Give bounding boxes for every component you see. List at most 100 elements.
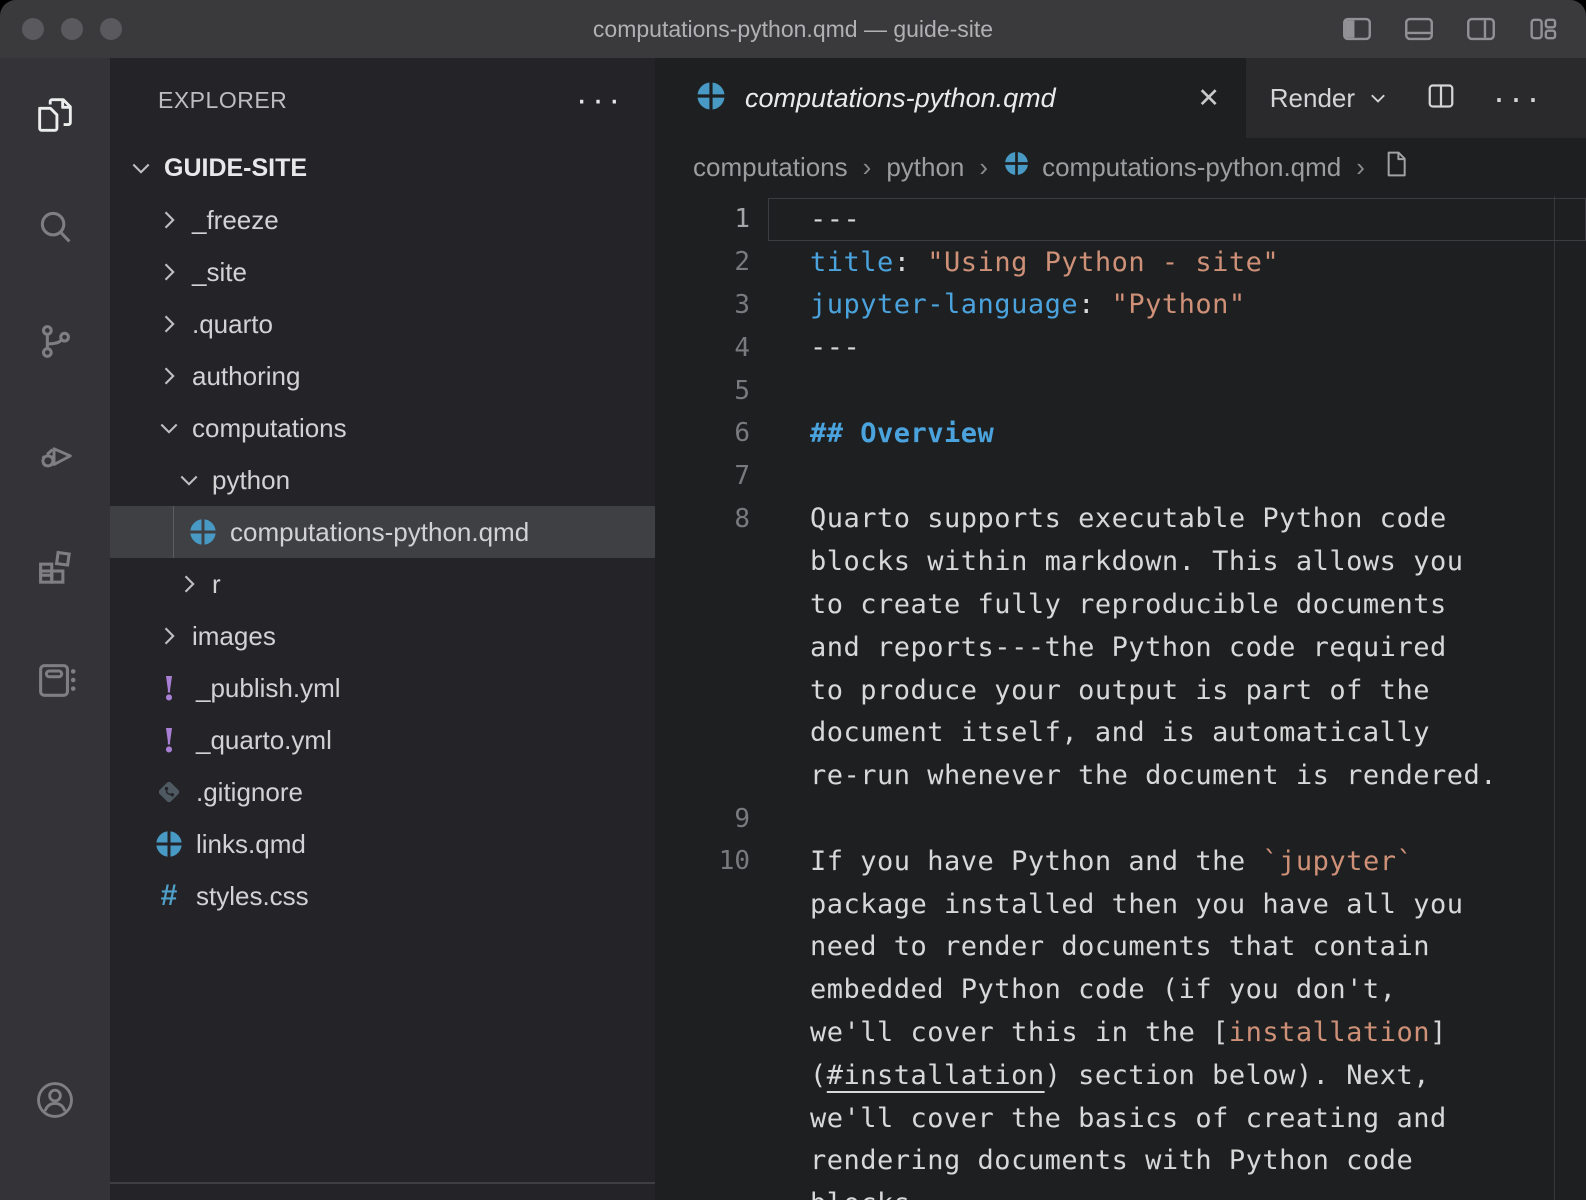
code-line-row[interactable]: we'll cover the basics of creating and — [655, 1097, 1586, 1140]
chevron-right-icon[interactable] — [152, 359, 186, 393]
code-text: package installed then you have all you — [750, 889, 1463, 920]
extensions-icon[interactable] — [32, 544, 78, 590]
tree-item--site[interactable]: _site — [110, 246, 655, 298]
explorer-title: EXPLORER — [158, 87, 287, 114]
code-line-row[interactable]: 4--- — [655, 326, 1586, 369]
code-text: --- — [750, 332, 860, 363]
tree-item-python[interactable]: python — [110, 454, 655, 506]
line-number[interactable]: 9 — [655, 804, 750, 834]
line-number[interactable]: 2 — [655, 247, 750, 277]
line-number[interactable]: 1 — [655, 204, 750, 234]
breadcrumb-item-computations-python-qmd[interactable]: computations-python.qmd — [1003, 150, 1341, 184]
breadcrumb-item-file-symbol[interactable] — [1380, 148, 1412, 187]
tree-item-label: authoring — [192, 361, 300, 392]
breadcrumb-separator: › — [863, 152, 872, 183]
code-line-row[interactable]: need to render documents that contain — [655, 926, 1586, 969]
tree-item--quarto-yml[interactable]: !_quarto.yml — [110, 714, 655, 766]
line-number[interactable]: 8 — [655, 504, 750, 534]
account-icon[interactable] — [32, 1077, 78, 1123]
notebook-icon[interactable] — [32, 657, 78, 703]
toggle-panel-icon[interactable] — [1402, 12, 1436, 46]
code-line-row[interactable]: 9 — [655, 797, 1586, 840]
explorer-icon[interactable] — [32, 92, 78, 138]
tree-section-guide-site[interactable]: GUIDE-SITE — [110, 142, 655, 194]
code-text: If you have Python and the `jupyter` — [750, 846, 1413, 877]
tree-item--gitignore[interactable]: .gitignore — [110, 766, 655, 818]
chevron-right-icon[interactable] — [152, 307, 186, 341]
chevron-down-icon[interactable] — [152, 411, 186, 445]
code-line-row[interactable]: and reports---the Python code required — [655, 626, 1586, 669]
tree-item-label: _site — [192, 257, 247, 288]
render-button[interactable]: Render — [1270, 83, 1389, 114]
code-text: --- — [750, 204, 860, 235]
tree-item-images[interactable]: images — [110, 610, 655, 662]
code-line-row[interactable]: 2title: "Using Python - site" — [655, 241, 1586, 284]
tree-item-links-qmd[interactable]: links.qmd — [110, 818, 655, 870]
tree-item-label: _freeze — [192, 205, 279, 236]
tree-item-computations[interactable]: computations — [110, 402, 655, 454]
code-line-row[interactable]: 8Quarto supports executable Python code — [655, 498, 1586, 541]
line-number[interactable]: 3 — [655, 290, 750, 320]
code-line-row[interactable]: 1--- — [655, 198, 1586, 241]
toggle-primary-sidebar-icon[interactable] — [1340, 12, 1374, 46]
chevron-down-icon[interactable] — [172, 463, 206, 497]
tree-item--publish-yml[interactable]: !_publish.yml — [110, 662, 655, 714]
code-line-row[interactable]: embedded Python code (if you don't, — [655, 968, 1586, 1011]
line-number[interactable]: 10 — [655, 846, 750, 876]
tree-item-computations-python-qmd[interactable]: computations-python.qmd — [110, 506, 655, 558]
chevron-right-icon[interactable] — [152, 619, 186, 653]
code-line-row[interactable]: (#installation) section below). Next, — [655, 1054, 1586, 1097]
source-control-icon[interactable] — [32, 318, 78, 364]
code-line-row[interactable]: blocks. — [655, 1182, 1586, 1200]
breadcrumb-item-computations[interactable]: computations — [693, 152, 848, 183]
chevron-right-icon[interactable] — [152, 203, 186, 237]
outline-section[interactable]: OUTLINE — [110, 1182, 655, 1200]
render-label: Render — [1270, 83, 1355, 114]
line-number[interactable]: 4 — [655, 333, 750, 363]
tree-item-styles-css[interactable]: #styles.css — [110, 870, 655, 922]
code-line-row[interactable]: to create fully reproducible documents — [655, 583, 1586, 626]
code-line-row[interactable]: 6## Overview — [655, 412, 1586, 455]
toggle-secondary-sidebar-icon[interactable] — [1464, 12, 1498, 46]
tree-item-r[interactable]: r — [110, 558, 655, 610]
code-text: rendering documents with Python code — [750, 1145, 1413, 1176]
tree-item-label: r — [212, 569, 221, 600]
run-debug-icon[interactable] — [32, 431, 78, 477]
code-line-row[interactable]: re-run whenever the document is rendered… — [655, 754, 1586, 797]
chevron-right-icon[interactable] — [152, 255, 186, 289]
breadcrumb-item-python[interactable]: python — [886, 152, 964, 183]
code-line-row[interactable]: 3jupyter-language: "Python" — [655, 284, 1586, 327]
code-line-row[interactable]: we'll cover this in the [installation] — [655, 1011, 1586, 1054]
tree-item--quarto[interactable]: .quarto — [110, 298, 655, 350]
css-file-icon: # — [152, 879, 186, 913]
line-number[interactable]: 5 — [655, 376, 750, 406]
code-text: blocks. — [750, 1188, 927, 1200]
activity-bar — [0, 58, 110, 1200]
line-number[interactable]: 7 — [655, 461, 750, 491]
tab-bar: computations-python.qmd ✕ Render ··· — [655, 58, 1586, 138]
close-tab-icon[interactable]: ✕ — [1197, 83, 1220, 114]
customize-layout-icon[interactable] — [1526, 12, 1560, 46]
code-line-row[interactable]: 5 — [655, 369, 1586, 412]
split-editor-icon[interactable] — [1423, 78, 1459, 119]
breadcrumb-separator: › — [1356, 152, 1365, 183]
code-line-row[interactable]: to produce your output is part of the — [655, 669, 1586, 712]
code-text: ## Overview — [750, 418, 994, 449]
code-line-row[interactable]: 7 — [655, 455, 1586, 498]
breadcrumbs: computations › python › computations-python… — [655, 138, 1586, 196]
chevron-down-icon — [1367, 87, 1389, 109]
code-line-row[interactable]: package installed then you have all you — [655, 883, 1586, 926]
code-editor[interactable]: 1---2title: "Using Python - site"3jupyte… — [655, 196, 1586, 1200]
code-line-row[interactable]: blocks within markdown. This allows you — [655, 540, 1586, 583]
tree-item-label: _publish.yml — [196, 673, 341, 704]
tree-item--freeze[interactable]: _freeze — [110, 194, 655, 246]
chevron-right-icon[interactable] — [172, 567, 206, 601]
quarto-icon — [1003, 150, 1030, 184]
code-line-row[interactable]: rendering documents with Python code — [655, 1140, 1586, 1183]
code-line-row[interactable]: document itself, and is automatically — [655, 712, 1586, 755]
tree-item-authoring[interactable]: authoring — [110, 350, 655, 402]
tab-computations-python[interactable]: computations-python.qmd ✕ — [655, 58, 1246, 138]
search-icon[interactable] — [32, 205, 78, 251]
code-line-row[interactable]: 10If you have Python and the `jupyter` — [655, 840, 1586, 883]
line-number[interactable]: 6 — [655, 418, 750, 448]
